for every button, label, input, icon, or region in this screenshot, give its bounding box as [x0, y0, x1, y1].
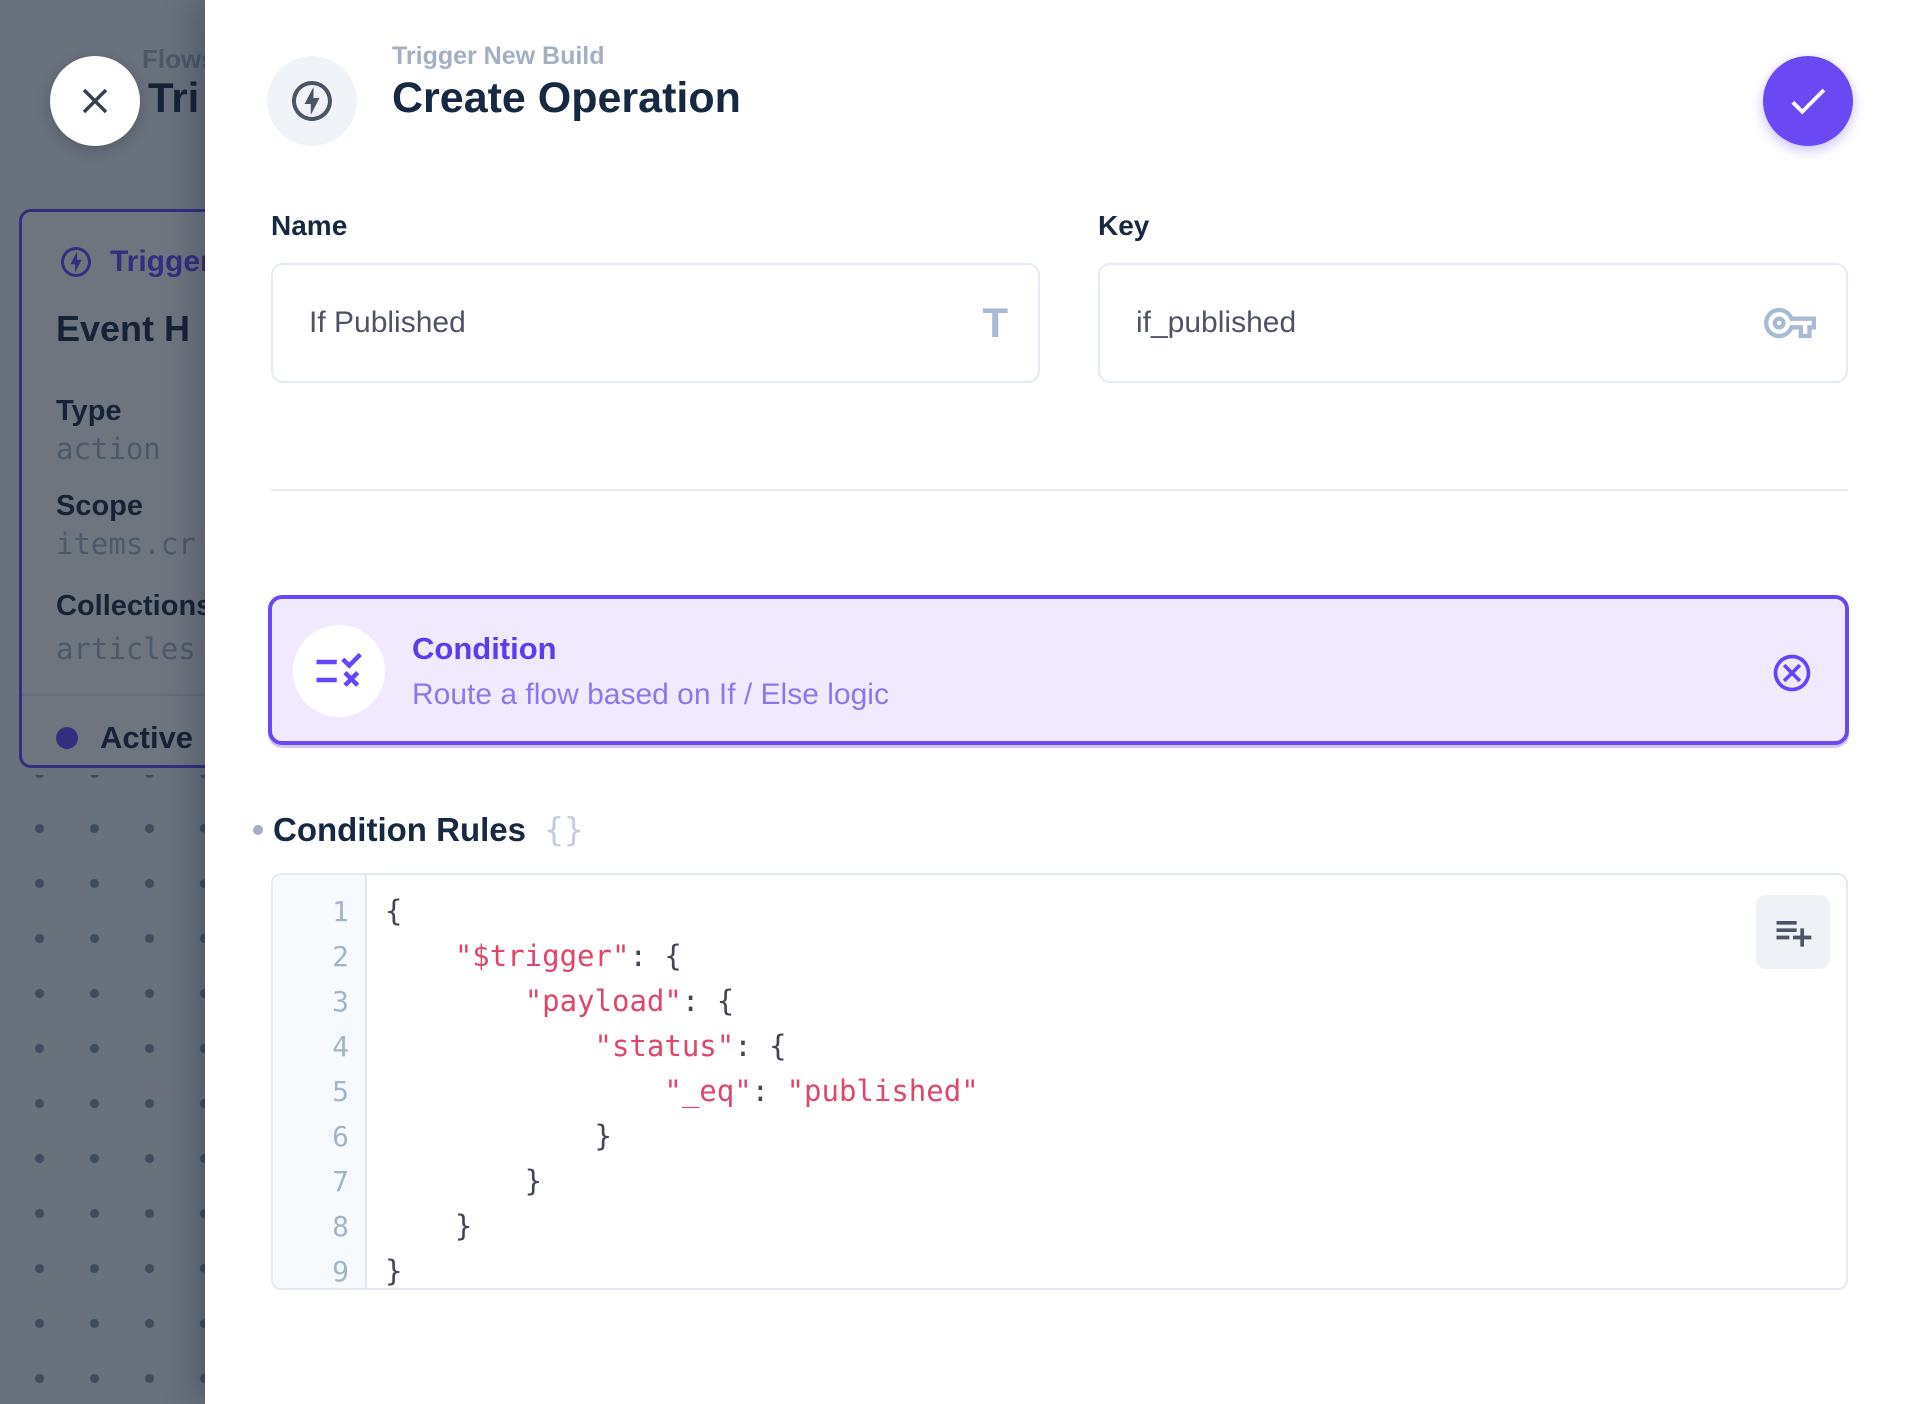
bolt-circle-icon — [288, 77, 336, 125]
code-line: "$trigger": { — [385, 934, 1846, 979]
code-line: } — [385, 1204, 1846, 1249]
code-line: "payload": { — [385, 979, 1846, 1024]
drawer-title: Create Operation — [392, 74, 741, 123]
code-area[interactable]: { "$trigger": { "payload": { "status": {… — [369, 875, 1846, 1288]
key-icon — [1764, 297, 1816, 349]
remove-operation-icon[interactable] — [1770, 651, 1814, 695]
operation-title: Condition — [412, 631, 889, 667]
check-icon — [1785, 78, 1831, 124]
code-line: } — [385, 1249, 1846, 1290]
line-number: 9 — [273, 1249, 365, 1290]
name-label: Name — [271, 210, 347, 242]
line-number: 1 — [273, 889, 365, 934]
line-number: 8 — [273, 1204, 365, 1249]
template-insert-button[interactable] — [1756, 895, 1830, 969]
close-button[interactable] — [50, 56, 140, 146]
text-type-icon: T — [982, 299, 1008, 347]
line-number: 6 — [273, 1114, 365, 1159]
key-input[interactable] — [1100, 265, 1846, 381]
name-input[interactable] — [273, 265, 1038, 381]
condition-rules-label: Condition Rules — [273, 811, 526, 849]
field-edited-dot — [253, 825, 263, 835]
code-line: "status": { — [385, 1024, 1846, 1069]
rule-icon — [312, 644, 366, 698]
app-root: Flows Tri Trigger Event H Type action Sc… — [0, 0, 1906, 1404]
section-divider — [271, 489, 1848, 491]
code-line: "_eq": "published" — [385, 1069, 1846, 1114]
operation-header-icon-circle — [267, 56, 357, 146]
operation-icon-circle — [293, 625, 385, 717]
line-number: 7 — [273, 1159, 365, 1204]
key-label: Key — [1098, 210, 1149, 242]
json-code-editor: 123456789 { "$trigger": { "payload": { "… — [271, 873, 1848, 1290]
name-field: T — [271, 263, 1040, 383]
key-field — [1098, 263, 1848, 383]
line-number: 5 — [273, 1069, 365, 1114]
operation-description: Route a flow based on If / Else logic — [412, 678, 889, 712]
create-operation-drawer: Trigger New Build Create Operation Name … — [205, 0, 1906, 1404]
line-number: 4 — [273, 1024, 365, 1069]
raw-value-toggle-icon[interactable]: {} — [544, 810, 584, 849]
line-number: 3 — [273, 979, 365, 1024]
condition-operation-panel[interactable]: Condition Route a flow based on If / Els… — [268, 595, 1849, 745]
line-number: 2 — [273, 934, 365, 979]
line-number-gutter: 123456789 — [273, 875, 367, 1288]
code-line: } — [385, 1159, 1846, 1204]
code-line: } — [385, 1114, 1846, 1159]
save-button[interactable] — [1763, 56, 1853, 146]
playlist-add-icon — [1771, 910, 1815, 954]
drawer-subtitle: Trigger New Build — [392, 42, 605, 71]
close-icon — [74, 80, 116, 122]
code-line: { — [385, 889, 1846, 934]
